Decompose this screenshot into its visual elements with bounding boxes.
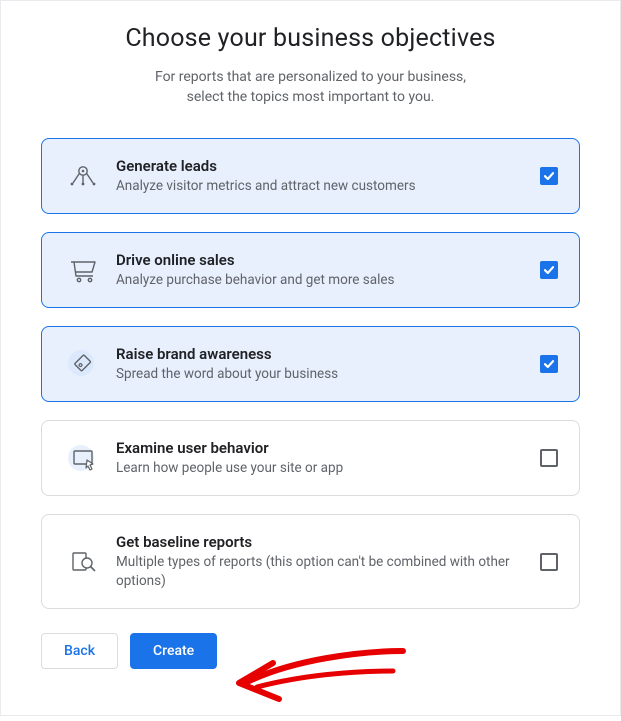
back-button[interactable]: Back [41, 633, 118, 669]
option-description: Spread the word about your business [116, 365, 525, 383]
option-examine-user-behavior[interactable]: Examine user behavior Learn how people u… [41, 420, 580, 496]
option-checkbox[interactable] [540, 449, 558, 467]
tag-icon [60, 346, 106, 382]
objectives-dialog: Choose your business objectives For repo… [0, 0, 621, 716]
option-description: Analyze visitor metrics and attract new … [116, 177, 525, 195]
option-title: Generate leads [116, 157, 525, 175]
subtitle-line-2: select the topics most important to you. [187, 89, 435, 105]
option-description: Learn how people use your site or app [116, 459, 525, 477]
option-title: Drive online sales [116, 251, 525, 269]
option-checkbox[interactable] [540, 553, 558, 571]
option-title: Get baseline reports [116, 533, 525, 551]
subtitle-line-1: For reports that are personalized to you… [155, 69, 466, 85]
option-get-baseline-reports[interactable]: Get baseline reports Multiple types of r… [41, 514, 580, 608]
leads-icon [60, 158, 106, 194]
option-raise-brand-awareness[interactable]: Raise brand awareness Spread the word ab… [41, 326, 580, 402]
option-text: Get baseline reports Multiple types of r… [106, 533, 535, 589]
option-checkbox[interactable] [540, 355, 558, 373]
option-text: Examine user behavior Learn how people u… [106, 439, 535, 477]
option-checkbox[interactable] [540, 167, 558, 185]
page-subtitle: For reports that are personalized to you… [96, 67, 526, 108]
option-checkbox[interactable] [540, 261, 558, 279]
option-drive-online-sales[interactable]: Drive online sales Analyze purchase beha… [41, 232, 580, 308]
page-title: Choose your business objectives [1, 24, 620, 53]
option-description: Analyze purchase behavior and get more s… [116, 271, 525, 289]
option-title: Examine user behavior [116, 439, 525, 457]
cart-icon [60, 252, 106, 288]
option-text: Generate leads Analyze visitor metrics a… [106, 157, 535, 195]
options-list: Generate leads Analyze visitor metrics a… [1, 138, 620, 609]
option-text: Raise brand awareness Spread the word ab… [106, 345, 535, 383]
magnifier-icon [60, 544, 106, 580]
behavior-icon [60, 440, 106, 476]
option-text: Drive online sales Analyze purchase beha… [106, 251, 535, 289]
button-row: Back Create [1, 627, 620, 669]
option-generate-leads[interactable]: Generate leads Analyze visitor metrics a… [41, 138, 580, 214]
option-description: Multiple types of reports (this option c… [116, 553, 525, 589]
create-button[interactable]: Create [130, 633, 217, 669]
option-title: Raise brand awareness [116, 345, 525, 363]
